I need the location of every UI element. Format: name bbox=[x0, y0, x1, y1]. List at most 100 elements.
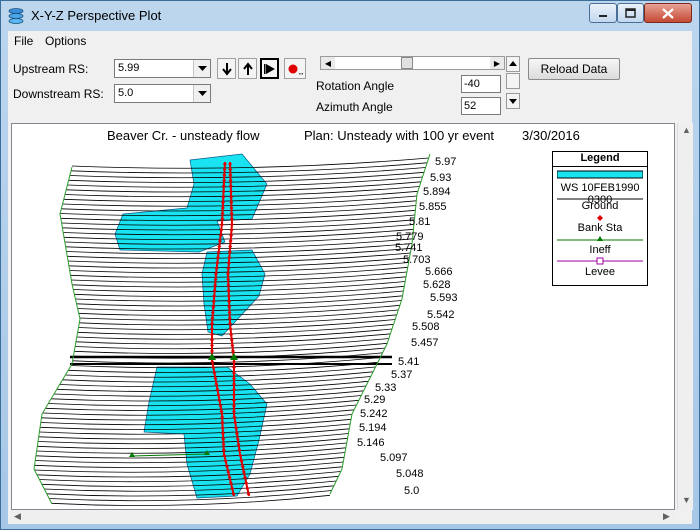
bank-station-marker bbox=[229, 222, 234, 227]
arrow-down-icon bbox=[221, 62, 232, 76]
title-bar[interactable]: X-Y-Z Perspective Plot bbox=[1, 1, 699, 31]
vertical-scrollbar[interactable]: ▲ ▼ bbox=[677, 123, 693, 510]
slider-left-icon[interactable]: ◀ bbox=[321, 57, 335, 69]
station-label: 5.81 bbox=[409, 216, 431, 228]
plot-title-plan: Plan: Unsteady with 100 yr event bbox=[304, 128, 495, 143]
left-overbank-line bbox=[33, 166, 81, 505]
chevron-down-icon bbox=[193, 85, 210, 102]
reload-data-button[interactable]: Reload Data bbox=[528, 58, 620, 80]
station-label: 5.457 bbox=[411, 337, 439, 349]
horizontal-scrollbar[interactable]: ◀ ▶ bbox=[11, 510, 677, 524]
scroll-left-icon[interactable]: ◀ bbox=[14, 511, 21, 522]
station-label: 5.97 bbox=[435, 156, 457, 168]
legend-bank-marker bbox=[597, 215, 603, 221]
rotation-spin-up[interactable] bbox=[506, 56, 520, 72]
downstream-select[interactable]: 5.0 bbox=[114, 84, 211, 103]
station-label: 5.741 bbox=[395, 242, 423, 254]
close-icon bbox=[662, 7, 674, 19]
slider-thumb[interactable] bbox=[401, 57, 413, 69]
legend-ws-swatch bbox=[557, 170, 643, 179]
bank-station-marker bbox=[229, 332, 234, 337]
legend-bank-label: Bank Sta bbox=[577, 222, 623, 234]
chevron-down-icon bbox=[193, 60, 210, 77]
station-label: 5.097 bbox=[380, 452, 408, 464]
move-down-button[interactable] bbox=[217, 58, 236, 79]
rotation-label: Rotation Angle bbox=[316, 79, 395, 93]
app-stack-icon bbox=[8, 8, 24, 24]
window-title: X-Y-Z Perspective Plot bbox=[31, 8, 162, 23]
bank-station-marker bbox=[228, 239, 233, 243]
bank-station-marker bbox=[230, 343, 235, 348]
downstream-label: Downstream RS: bbox=[13, 87, 104, 101]
upstream-select[interactable]: 5.99 bbox=[114, 59, 211, 78]
scroll-down-icon[interactable]: ▼ bbox=[682, 495, 691, 505]
rotation-slider[interactable]: ◀ ▶ bbox=[320, 56, 505, 70]
station-label: 5.542 bbox=[427, 309, 455, 321]
maximize-icon bbox=[625, 8, 636, 18]
downstream-value: 5.0 bbox=[118, 87, 134, 99]
station-label: 5.593 bbox=[430, 292, 458, 304]
slider-right-icon[interactable]: ▶ bbox=[490, 57, 504, 69]
legend-levee-line bbox=[557, 257, 643, 265]
legend-ineff-label: Ineff bbox=[589, 244, 611, 256]
station-label: 5.048 bbox=[396, 468, 424, 480]
bank-station-marker bbox=[228, 244, 233, 249]
maximize-button[interactable] bbox=[617, 3, 644, 23]
station-label: 5.29 bbox=[364, 394, 386, 406]
perspective-plot[interactable]: Beaver Cr. - unsteady flow Plan: Unstead… bbox=[11, 123, 675, 510]
station-label: 5.894 bbox=[423, 186, 451, 198]
azimuth-spin[interactable] bbox=[506, 93, 520, 109]
client-area: File Options Upstream RS: 5.99 Downstrea… bbox=[8, 31, 693, 524]
station-label: 5.666 bbox=[425, 266, 453, 278]
station-label: 5.0 bbox=[404, 485, 420, 497]
bank-station-marker bbox=[232, 365, 236, 370]
station-label: 5.628 bbox=[423, 279, 451, 291]
close-button[interactable] bbox=[644, 3, 692, 23]
legend-ineff-line bbox=[557, 236, 643, 241]
station-label: 5.508 bbox=[412, 321, 440, 333]
record-button[interactable] bbox=[284, 58, 306, 79]
upstream-label: Upstream RS: bbox=[13, 62, 89, 76]
plot-title-date: 3/30/2016 bbox=[522, 128, 580, 143]
plot-title-river: Beaver Cr. - unsteady flow bbox=[107, 128, 260, 143]
legend-ground-label: Ground bbox=[581, 200, 619, 212]
play-icon bbox=[263, 63, 275, 74]
bank-station-marker bbox=[210, 349, 214, 353]
station-label: 5.41 bbox=[398, 356, 420, 368]
station-label: 5.703 bbox=[403, 254, 431, 266]
bank-station-marker bbox=[219, 222, 224, 227]
station-label: 5.242 bbox=[360, 408, 388, 420]
scroll-right-icon[interactable]: ▶ bbox=[663, 511, 670, 522]
spin-down-icon bbox=[509, 99, 517, 104]
water-surface-upper bbox=[114, 153, 268, 253]
azimuth-label: Azimuth Angle bbox=[316, 100, 393, 114]
minimize-button[interactable] bbox=[589, 3, 617, 23]
station-label: 5.33 bbox=[375, 382, 397, 394]
station-label: 5.146 bbox=[357, 437, 385, 449]
legend: Legend WS 10FEB1990 0300 Ground Bank Sta… bbox=[552, 151, 648, 286]
station-label: 5.194 bbox=[359, 422, 387, 434]
menu-bar: File Options bbox=[8, 31, 692, 51]
station-label: 5.37 bbox=[391, 369, 413, 381]
spin-up-icon bbox=[509, 61, 517, 66]
ineff-marker bbox=[129, 452, 135, 457]
bank-station-marker bbox=[245, 486, 250, 491]
menu-file[interactable]: File bbox=[14, 34, 33, 48]
azimuth-input[interactable]: 52 bbox=[461, 97, 501, 115]
play-button[interactable] bbox=[260, 58, 279, 79]
legend-levee-label: Levee bbox=[585, 266, 615, 278]
legend-title: Legend bbox=[553, 152, 647, 167]
rotation-input[interactable]: -40 bbox=[461, 75, 501, 93]
move-up-button[interactable] bbox=[238, 58, 257, 79]
station-label: 5.93 bbox=[430, 172, 452, 184]
scroll-up-icon[interactable]: ▲ bbox=[682, 125, 691, 135]
minimize-icon bbox=[599, 15, 607, 17]
rotation-spin[interactable] bbox=[506, 73, 520, 89]
menu-options[interactable]: Options bbox=[45, 34, 86, 48]
bank-station-marker bbox=[229, 228, 234, 232]
record-icon bbox=[288, 64, 303, 74]
upstream-value: 5.99 bbox=[118, 62, 140, 74]
station-label: 5.855 bbox=[419, 201, 447, 213]
window: X-Y-Z Perspective Plot File Options Upst… bbox=[0, 0, 700, 530]
arrow-up-icon bbox=[242, 61, 253, 75]
